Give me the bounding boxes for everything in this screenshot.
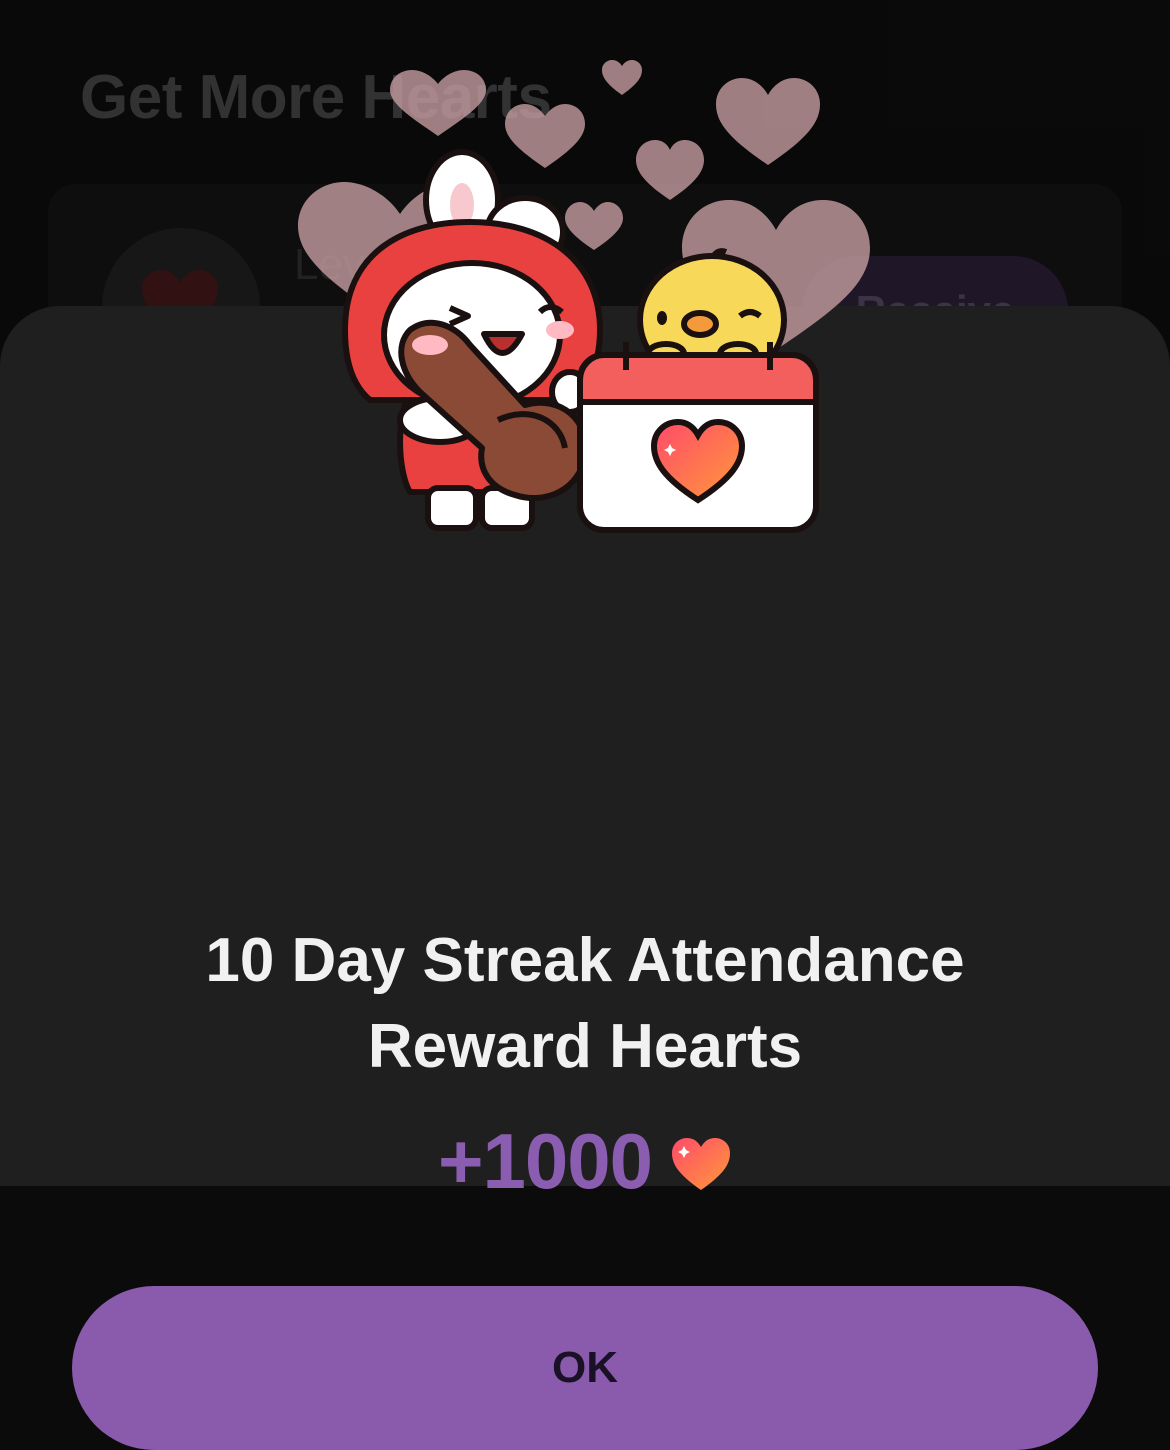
reward-amount: +1000 <box>437 1117 653 1205</box>
reward-amount-row: +1000 <box>0 1116 1170 1207</box>
reward-title: 10 Day Streak Attendance Reward Hearts <box>0 918 1170 1090</box>
heart-icon <box>672 1137 731 1190</box>
reward-illustration <box>298 60 870 533</box>
reward-title-line1: 10 Day Streak Attendance <box>205 926 965 995</box>
ok-button[interactable]: OK <box>72 1286 1098 1450</box>
reward-title-line2: Reward Hearts <box>367 1012 803 1081</box>
